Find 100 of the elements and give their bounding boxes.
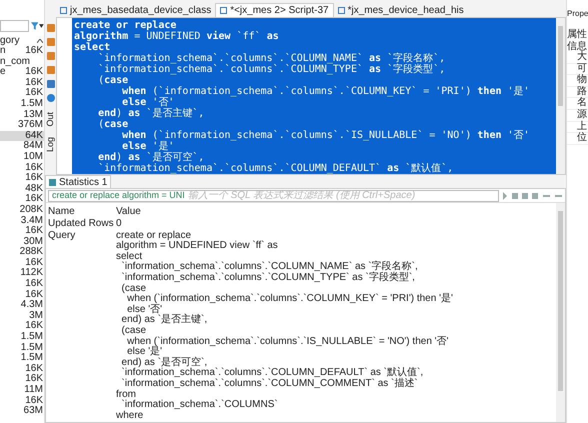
table-name: n [0, 46, 6, 57]
navigator-row[interactable]: 30M [0, 236, 44, 248]
table-cell-text: (case [120, 326, 148, 336]
navigator-row[interactable]: 13M [0, 110, 44, 120]
navigator-row[interactable]: 63M [0, 406, 44, 417]
editor-tab[interactable]: jx_mes_basedata_device_class [56, 3, 216, 17]
table-cell-text: select [116, 252, 142, 262]
editor-tab[interactable]: *<jx_mes 2> Script-37 [215, 3, 334, 17]
table-cell-text: create or replace [116, 230, 192, 241]
table-cell-text: `information_schema`.`columns`.`COLUMN_COMMENT` as `描述` [120, 378, 419, 390]
column-header[interactable]: Value [116, 206, 141, 217]
navigator-row[interactable]: 208K [0, 204, 44, 216]
navigator-row[interactable]: 1.5M [0, 353, 44, 364]
navigator-row[interactable]: 1.5M [0, 332, 44, 343]
table-size: 48K [25, 184, 43, 194]
navigator-row[interactable]: 16K [0, 194, 44, 205]
table-size: 10M [24, 152, 43, 163]
code-line: create or replace [74, 20, 176, 31]
table-cell-text: Query [48, 230, 76, 242]
table-size: 1.5M [20, 98, 43, 110]
table-size: 1.5M [20, 342, 43, 353]
sort-icon[interactable] [37, 38, 43, 42]
table-size: 16K [25, 88, 43, 99]
table-size: 16K [25, 173, 43, 184]
navigator-row[interactable]: 16K [0, 258, 44, 268]
table-size: 16K [25, 67, 43, 78]
editor-tab[interactable]: *jx_mes_device_head_his [334, 3, 468, 17]
property-name: 位 [567, 133, 588, 145]
filter-field[interactable] [0, 20, 29, 32]
navigator-row[interactable]: 1.5M [0, 342, 44, 354]
column-header: 属性 [567, 29, 588, 40]
navigator-row[interactable]: 64K [0, 130, 44, 142]
navigator-row[interactable]: 16K [0, 78, 44, 88]
code-line: end) as `是否主键`, [97, 108, 204, 119]
navigator-row[interactable]: 16K [0, 396, 44, 406]
table-size: 16K [25, 258, 43, 268]
code-line: (case [97, 119, 128, 130]
navigator-row[interactable]: 11M [0, 385, 44, 396]
code-line: select [74, 42, 110, 53]
group-label[interactable]: 信息 [567, 41, 588, 52]
table-size: 288K [20, 247, 43, 258]
table-size: 16K [25, 194, 43, 205]
navigator-row[interactable]: 112K [0, 268, 44, 280]
table-size: 16K [25, 78, 43, 88]
code-line: end) as `是否可空`, [97, 152, 204, 163]
scrollbar[interactable] [556, 18, 565, 174]
table-size: 64K [25, 130, 43, 141]
navigator-row[interactable]: 16K [0, 290, 44, 300]
navigator-row[interactable]: 16K [0, 321, 44, 332]
navigator-row[interactable]: 16K [0, 279, 44, 290]
navigator-row[interactable]: n 16K [0, 46, 44, 57]
navigator-row[interactable]: n_com [0, 56, 44, 68]
table-size: 16K [25, 374, 43, 385]
navigator-row[interactable]: 16K [0, 226, 44, 237]
table-icon [338, 6, 345, 14]
grid-icon [49, 178, 56, 186]
navigator-row[interactable]: 16K [0, 364, 44, 374]
navigator-row[interactable]: 3.4M [0, 216, 44, 226]
navigator-row[interactable]: e 16K [0, 67, 44, 78]
table-size: 112K [20, 268, 43, 279]
table-size: 376M [18, 120, 43, 131]
code-line: when (`information_schema`.`columns`.`COLUMN_KEY` = 'PRI') then '是' [121, 86, 530, 97]
navigator-row[interactable]: 288K [0, 247, 44, 258]
navigator-row[interactable]: 84M [0, 141, 44, 152]
statistics-tab[interactable]: Statistics 1 [45, 175, 112, 188]
properties-tab[interactable]: Prope [567, 9, 588, 19]
scrollbar[interactable] [556, 203, 565, 422]
table-size: 3.4M [20, 216, 43, 226]
navigator-row[interactable]: 16K [0, 88, 44, 99]
navigator-row[interactable]: 3M [0, 310, 44, 322]
table-size: 13M [24, 110, 43, 120]
navigator-row[interactable]: 376M [0, 120, 44, 131]
property-name: 可 [567, 64, 588, 76]
sql-editor[interactable] [56, 17, 566, 175]
toolbar-icons-drawing[interactable] [503, 192, 563, 200]
navigator-row[interactable]: 16K [0, 374, 44, 385]
column-header[interactable]: gory [0, 35, 37, 46]
navigator-row[interactable]: 48K [0, 184, 44, 194]
table-cell-text: `information_schema`.`COLUMNS` [120, 400, 279, 410]
dropdown-icon[interactable] [39, 24, 44, 28]
table-size: 16K [25, 226, 43, 237]
navigator-row[interactable]: 16K [0, 173, 44, 184]
table-cell-text: end) as `是否可空`, [120, 358, 208, 368]
table-size: 11M [24, 385, 43, 396]
view-tab[interactable]: Log [46, 136, 55, 152]
navigator-row[interactable]: 10M [0, 152, 44, 163]
property-name: 大 [567, 52, 588, 64]
navigator-row[interactable]: 4.3M [0, 300, 44, 311]
navigator-row[interactable]: 1.5M [0, 98, 44, 110]
code-line: else '是' [121, 141, 174, 152]
table-size: 16K [25, 364, 43, 374]
table-size: 1.5M [20, 353, 43, 364]
navigator-row[interactable]: 16K [0, 162, 44, 174]
property-name: 物 [567, 75, 588, 87]
view-tab[interactable]: Out [46, 112, 55, 127]
column-header[interactable]: Name [48, 206, 116, 217]
code-line: algorithm = UNDEFINED view `ff` as [74, 31, 279, 42]
table-cell-text: `information_schema`.`columns`.`COLUMN_TYPE` as `字段类型`, [120, 272, 416, 284]
table-cell-text: end) as `是否主键`, [120, 315, 208, 326]
table-size: 3M [29, 310, 43, 321]
